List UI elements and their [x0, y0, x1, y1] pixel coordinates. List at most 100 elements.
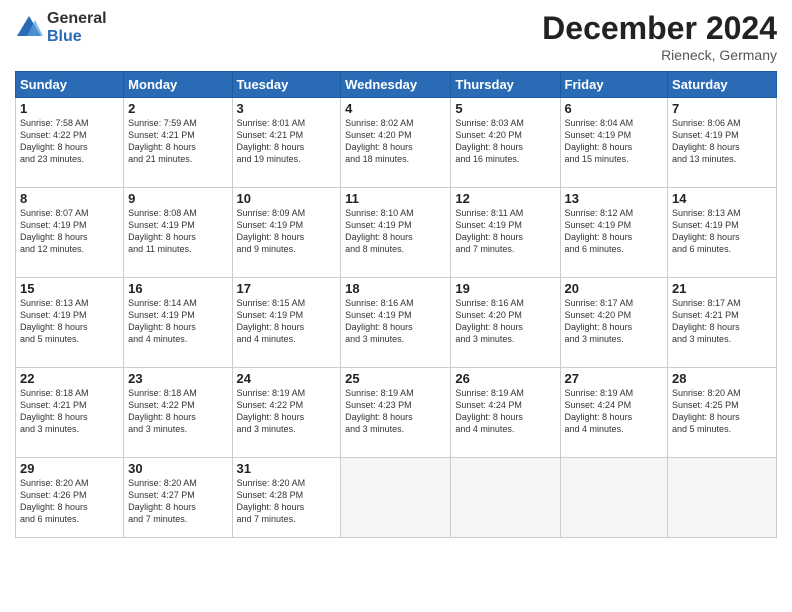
day-number: 1 — [20, 101, 119, 116]
calendar-cell: 16Sunrise: 8:14 AMSunset: 4:19 PMDayligh… — [124, 278, 232, 368]
col-header-tuesday: Tuesday — [232, 72, 341, 98]
logo-blue: Blue — [47, 28, 107, 46]
day-number: 24 — [237, 371, 337, 386]
day-number: 25 — [345, 371, 446, 386]
calendar-cell: 29Sunrise: 8:20 AMSunset: 4:26 PMDayligh… — [16, 458, 124, 538]
day-info: Sunrise: 8:01 AMSunset: 4:21 PMDaylight:… — [237, 117, 337, 166]
calendar-cell: 7Sunrise: 8:06 AMSunset: 4:19 PMDaylight… — [668, 98, 777, 188]
day-info: Sunrise: 8:08 AMSunset: 4:19 PMDaylight:… — [128, 207, 227, 256]
month-title: December 2024 — [542, 10, 777, 47]
calendar-cell: 8Sunrise: 8:07 AMSunset: 4:19 PMDaylight… — [16, 188, 124, 278]
day-number: 2 — [128, 101, 227, 116]
calendar-cell — [341, 458, 451, 538]
calendar-cell — [668, 458, 777, 538]
calendar-cell: 17Sunrise: 8:15 AMSunset: 4:19 PMDayligh… — [232, 278, 341, 368]
calendar-cell: 12Sunrise: 8:11 AMSunset: 4:19 PMDayligh… — [451, 188, 560, 278]
calendar-cell: 9Sunrise: 8:08 AMSunset: 4:19 PMDaylight… — [124, 188, 232, 278]
day-number: 17 — [237, 281, 337, 296]
day-info: Sunrise: 8:16 AMSunset: 4:20 PMDaylight:… — [455, 297, 555, 346]
day-info: Sunrise: 7:59 AMSunset: 4:21 PMDaylight:… — [128, 117, 227, 166]
day-info: Sunrise: 8:20 AMSunset: 4:27 PMDaylight:… — [128, 477, 227, 526]
col-header-sunday: Sunday — [16, 72, 124, 98]
calendar-cell: 2Sunrise: 7:59 AMSunset: 4:21 PMDaylight… — [124, 98, 232, 188]
day-number: 8 — [20, 191, 119, 206]
day-info: Sunrise: 8:18 AMSunset: 4:21 PMDaylight:… — [20, 387, 119, 436]
calendar-cell: 22Sunrise: 8:18 AMSunset: 4:21 PMDayligh… — [16, 368, 124, 458]
col-header-friday: Friday — [560, 72, 668, 98]
day-info: Sunrise: 8:19 AMSunset: 4:24 PMDaylight:… — [455, 387, 555, 436]
header: General Blue December 2024 Rieneck, Germ… — [15, 10, 777, 63]
day-number: 22 — [20, 371, 119, 386]
calendar-cell: 18Sunrise: 8:16 AMSunset: 4:19 PMDayligh… — [341, 278, 451, 368]
calendar-week-5: 29Sunrise: 8:20 AMSunset: 4:26 PMDayligh… — [16, 458, 777, 538]
calendar-cell: 25Sunrise: 8:19 AMSunset: 4:23 PMDayligh… — [341, 368, 451, 458]
calendar-cell — [451, 458, 560, 538]
calendar-cell: 6Sunrise: 8:04 AMSunset: 4:19 PMDaylight… — [560, 98, 668, 188]
day-number: 16 — [128, 281, 227, 296]
day-info: Sunrise: 8:07 AMSunset: 4:19 PMDaylight:… — [20, 207, 119, 256]
day-info: Sunrise: 8:17 AMSunset: 4:21 PMDaylight:… — [672, 297, 772, 346]
day-info: Sunrise: 8:10 AMSunset: 4:19 PMDaylight:… — [345, 207, 446, 256]
day-info: Sunrise: 8:06 AMSunset: 4:19 PMDaylight:… — [672, 117, 772, 166]
day-number: 27 — [565, 371, 664, 386]
col-header-monday: Monday — [124, 72, 232, 98]
logo-text: General Blue — [47, 10, 107, 45]
calendar-week-1: 1Sunrise: 7:58 AMSunset: 4:22 PMDaylight… — [16, 98, 777, 188]
day-number: 3 — [237, 101, 337, 116]
day-info: Sunrise: 8:20 AMSunset: 4:26 PMDaylight:… — [20, 477, 119, 526]
day-number: 28 — [672, 371, 772, 386]
day-number: 12 — [455, 191, 555, 206]
day-info: Sunrise: 8:03 AMSunset: 4:20 PMDaylight:… — [455, 117, 555, 166]
calendar-cell: 21Sunrise: 8:17 AMSunset: 4:21 PMDayligh… — [668, 278, 777, 368]
col-header-thursday: Thursday — [451, 72, 560, 98]
calendar-cell: 10Sunrise: 8:09 AMSunset: 4:19 PMDayligh… — [232, 188, 341, 278]
day-number: 11 — [345, 191, 446, 206]
day-number: 5 — [455, 101, 555, 116]
calendar-cell: 24Sunrise: 8:19 AMSunset: 4:22 PMDayligh… — [232, 368, 341, 458]
calendar-cell: 13Sunrise: 8:12 AMSunset: 4:19 PMDayligh… — [560, 188, 668, 278]
day-number: 19 — [455, 281, 555, 296]
day-info: Sunrise: 8:14 AMSunset: 4:19 PMDaylight:… — [128, 297, 227, 346]
calendar-cell: 3Sunrise: 8:01 AMSunset: 4:21 PMDaylight… — [232, 98, 341, 188]
calendar-cell: 1Sunrise: 7:58 AMSunset: 4:22 PMDaylight… — [16, 98, 124, 188]
day-info: Sunrise: 8:19 AMSunset: 4:23 PMDaylight:… — [345, 387, 446, 436]
day-number: 20 — [565, 281, 664, 296]
day-number: 13 — [565, 191, 664, 206]
calendar-week-3: 15Sunrise: 8:13 AMSunset: 4:19 PMDayligh… — [16, 278, 777, 368]
day-info: Sunrise: 8:02 AMSunset: 4:20 PMDaylight:… — [345, 117, 446, 166]
calendar-week-2: 8Sunrise: 8:07 AMSunset: 4:19 PMDaylight… — [16, 188, 777, 278]
day-info: Sunrise: 8:20 AMSunset: 4:25 PMDaylight:… — [672, 387, 772, 436]
calendar-cell: 27Sunrise: 8:19 AMSunset: 4:24 PMDayligh… — [560, 368, 668, 458]
day-number: 15 — [20, 281, 119, 296]
calendar-cell: 30Sunrise: 8:20 AMSunset: 4:27 PMDayligh… — [124, 458, 232, 538]
day-number: 21 — [672, 281, 772, 296]
day-number: 29 — [20, 461, 119, 476]
calendar-cell: 19Sunrise: 8:16 AMSunset: 4:20 PMDayligh… — [451, 278, 560, 368]
calendar-cell: 23Sunrise: 8:18 AMSunset: 4:22 PMDayligh… — [124, 368, 232, 458]
calendar-cell: 26Sunrise: 8:19 AMSunset: 4:24 PMDayligh… — [451, 368, 560, 458]
page: General Blue December 2024 Rieneck, Germ… — [0, 0, 792, 612]
day-number: 10 — [237, 191, 337, 206]
day-info: Sunrise: 8:18 AMSunset: 4:22 PMDaylight:… — [128, 387, 227, 436]
calendar-cell: 20Sunrise: 8:17 AMSunset: 4:20 PMDayligh… — [560, 278, 668, 368]
day-info: Sunrise: 8:16 AMSunset: 4:19 PMDaylight:… — [345, 297, 446, 346]
calendar-cell: 15Sunrise: 8:13 AMSunset: 4:19 PMDayligh… — [16, 278, 124, 368]
day-info: Sunrise: 7:58 AMSunset: 4:22 PMDaylight:… — [20, 117, 119, 166]
day-info: Sunrise: 8:12 AMSunset: 4:19 PMDaylight:… — [565, 207, 664, 256]
calendar: SundayMondayTuesdayWednesdayThursdayFrid… — [15, 71, 777, 538]
day-number: 9 — [128, 191, 227, 206]
day-number: 7 — [672, 101, 772, 116]
col-header-wednesday: Wednesday — [341, 72, 451, 98]
location: Rieneck, Germany — [542, 47, 777, 63]
col-header-saturday: Saturday — [668, 72, 777, 98]
calendar-header-row: SundayMondayTuesdayWednesdayThursdayFrid… — [16, 72, 777, 98]
day-number: 26 — [455, 371, 555, 386]
day-number: 4 — [345, 101, 446, 116]
day-info: Sunrise: 8:04 AMSunset: 4:19 PMDaylight:… — [565, 117, 664, 166]
logo: General Blue — [15, 10, 107, 45]
day-number: 23 — [128, 371, 227, 386]
day-info: Sunrise: 8:19 AMSunset: 4:22 PMDaylight:… — [237, 387, 337, 436]
calendar-cell: 14Sunrise: 8:13 AMSunset: 4:19 PMDayligh… — [668, 188, 777, 278]
day-info: Sunrise: 8:13 AMSunset: 4:19 PMDaylight:… — [672, 207, 772, 256]
day-number: 31 — [237, 461, 337, 476]
